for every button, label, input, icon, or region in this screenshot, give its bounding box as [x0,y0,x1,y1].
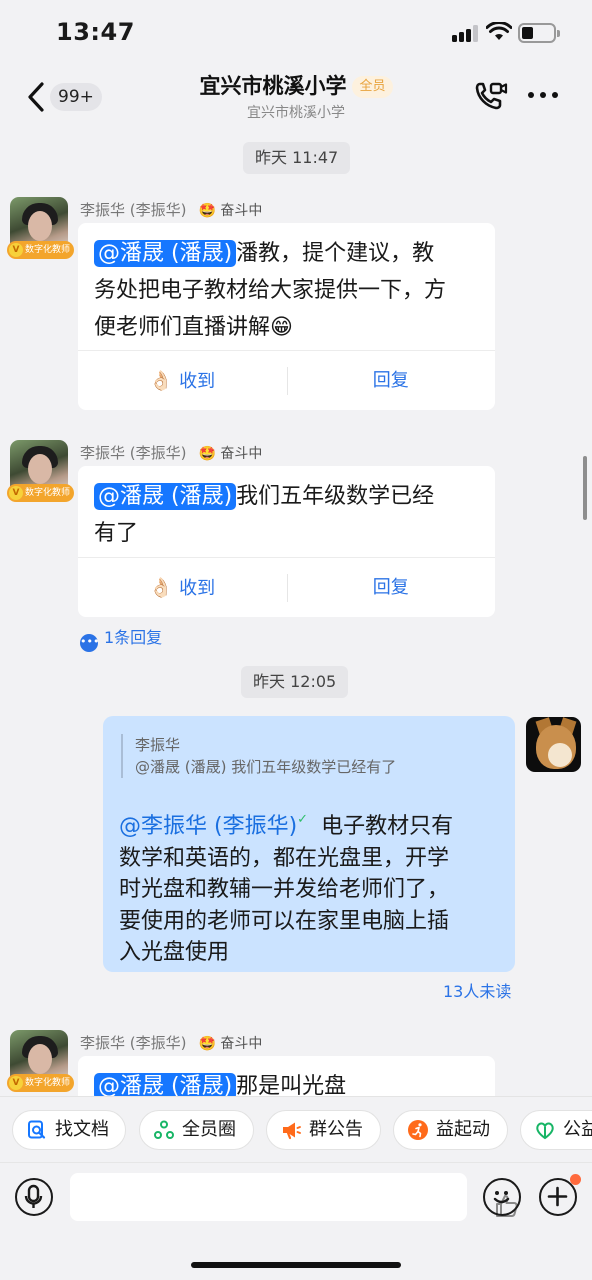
wifi-icon [486,22,512,40]
mention-tag[interactable]: @潘晟 (潘晟) [94,483,237,510]
megaphone-icon [283,1122,301,1140]
emoji-icon[interactable] [483,1178,521,1216]
sender-status: 🤩 奋斗中 [198,1036,263,1052]
status-time: 13:47 [56,18,135,46]
reply-button[interactable]: 回复 [286,351,496,410]
message-text: 便老师们直播讲解😁 [94,315,293,340]
mention-tag[interactable]: @潘晟 (潘晟) [94,240,237,267]
voice-input-icon[interactable] [15,1178,53,1216]
quote-text: @潘晟 (潘晟) 我们五年级数学已经有了 [135,758,397,776]
ack-button[interactable]: 👌🏻 收到 [78,351,287,410]
sender-name: 李振华 (李振华) 🤩 奋斗中 [80,444,263,462]
yiqidong-button[interactable]: 益起动 [393,1110,508,1150]
message-card[interactable]: @潘晟 (潘晟) 潘教，提个建议，教 务处把电子教材给大家提供一下，方 便老师们直… [78,223,495,410]
ok-hand-icon: 👌🏻 [149,577,174,599]
sender-status: 🤩 奋斗中 [198,203,263,219]
run-icon [408,1120,428,1140]
timestamp: 昨天 12:05 [241,666,349,698]
chat-title: 宜兴市桃溪小学 [199,74,347,98]
teacher-badge: V 数字化教师 [7,484,75,502]
home-indicator [191,1262,401,1268]
message-text: 务处把电子教材给大家提供一下，方 [94,278,447,303]
quick-action-bar: 找文档 全员圈 群公告 益起动 公益 [0,1096,592,1162]
teacher-badge: V 数字化教师 [7,241,75,259]
sender-name: 李振华 (李振华) 🤩 奋斗中 [80,201,263,219]
message-text: 有了 [94,521,139,546]
reply-button[interactable]: 回复 [286,558,496,617]
message-actions: 👌🏻 收到 回复 [78,350,495,410]
verified-check-icon: ✓ [297,812,309,827]
charity-icon [536,1122,554,1140]
outgoing-message-bubble[interactable]: 李振华 @潘晟 (潘晟) 我们五年级数学已经有了 @李振华 (李振华)✓ 电子教… [103,716,515,972]
battery-icon [518,23,560,43]
find-doc-button[interactable]: 找文档 [12,1110,126,1150]
more-icon[interactable] [528,92,560,100]
my-avatar[interactable] [526,717,581,772]
thread-reply-link[interactable]: ••• 1条回复 [80,624,162,652]
signal-icon [452,24,480,42]
timestamp: 昨天 11:47 [243,142,351,174]
quoted-message[interactable]: 李振华 @潘晟 (潘晟) 我们五年级数学已经有了 [121,734,396,778]
add-more-icon[interactable] [539,1174,581,1216]
teacher-badge: V 数字化教师 [7,1074,75,1092]
comment-icon: ••• [80,634,99,652]
doc-search-icon [28,1120,46,1139]
message-text: @李振华 (李振华)✓ 电子教材只有 数学和英语的，都在光盘里，开学 时光盘和教… [119,812,454,965]
unread-status-link[interactable]: 13人未读 [443,978,511,1002]
message-text: 潘教，提个建议，教 [236,241,435,266]
sender-status: 🤩 奋斗中 [198,446,263,462]
scrollbar[interactable] [583,456,587,520]
video-call-icon[interactable] [474,80,508,112]
message-actions: 👌🏻 收到 回复 [78,557,495,617]
message-input[interactable] [70,1173,518,1221]
message-card[interactable]: @潘晟 (潘晟) 我们五年级数学已经 有了 👌🏻 收到 回复 [78,466,495,617]
quote-author: 李振华 [135,736,181,754]
status-bar: 13:47 [0,0,592,66]
message-text: 我们五年级数学已经 [236,484,435,509]
all-members-tag: 全员 [352,76,393,98]
notification-dot [570,1174,581,1185]
all-members-circle-button[interactable]: 全员圈 [139,1110,254,1150]
ok-hand-icon: 👌🏻 [149,370,174,392]
charity-button[interactable]: 公益 [520,1110,592,1150]
sender-name: 李振华 (李振华) 🤩 奋斗中 [80,1034,263,1052]
mention-tag[interactable]: @李振华 (李振华) [119,814,297,839]
group-notice-button[interactable]: 群公告 [266,1110,381,1150]
ack-button[interactable]: 👌🏻 收到 [78,558,287,617]
chat-header: 99+ 宜兴市桃溪小学 全员 宜兴市桃溪小学 [0,66,592,128]
circle-icon [154,1120,174,1139]
